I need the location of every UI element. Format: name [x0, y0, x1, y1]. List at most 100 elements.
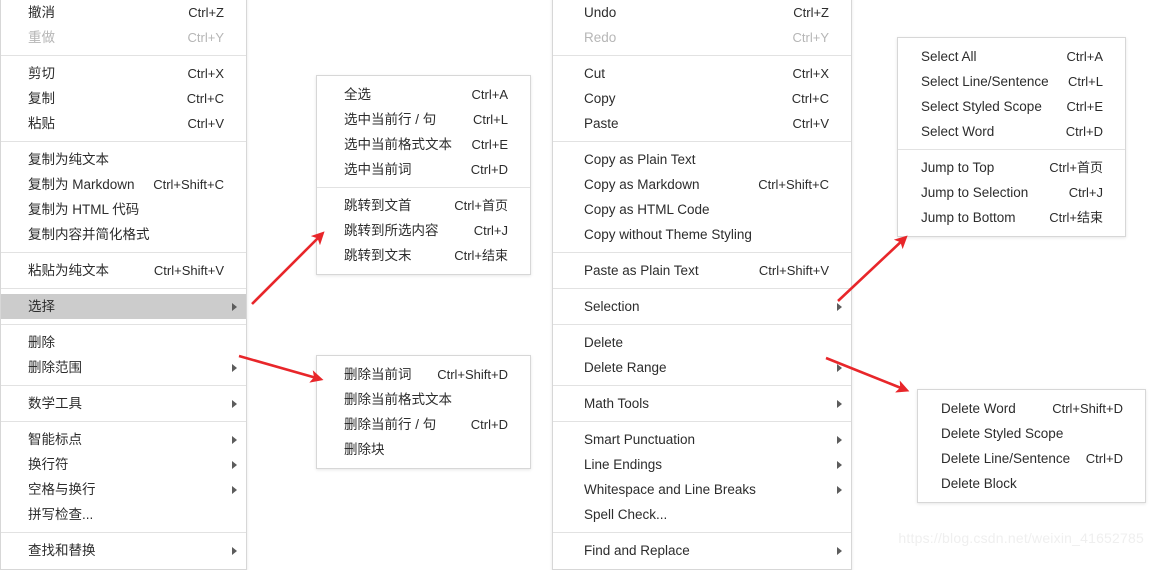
- menu-item[interactable]: Jump to Top Ctrl+首页: [898, 155, 1125, 180]
- menu-item-label: Delete Range: [584, 360, 667, 375]
- menu-item[interactable]: 数学工具: [1, 391, 246, 416]
- menu-item[interactable]: Copy as HTML Code: [553, 197, 851, 222]
- menu-item[interactable]: 跳转到文首 Ctrl+首页: [317, 193, 530, 218]
- chevron-right-icon: [232, 363, 237, 372]
- menu-item[interactable]: 拼写检查...: [1, 502, 246, 527]
- menu-item-label: Select Word: [921, 124, 995, 139]
- menu-separator: [553, 532, 851, 533]
- menu-item[interactable]: Whitespace and Line Breaks: [553, 477, 851, 502]
- menu-item[interactable]: 查找和替换: [1, 538, 246, 563]
- menu-item-shortcut: Ctrl+C: [186, 91, 224, 106]
- menu-item[interactable]: 跳转到所选内容 Ctrl+J: [317, 218, 530, 243]
- menu-item[interactable]: Select Line/Sentence Ctrl+L: [898, 69, 1125, 94]
- menu-item-label: 智能标点: [28, 432, 82, 447]
- menu-item[interactable]: 跳转到文末 Ctrl+结束: [317, 243, 530, 268]
- submenu-delete-range-chinese[interactable]: 删除当前词 Ctrl+Shift+D 删除当前格式文本删除当前行 / 句 Ctrl+D…: [316, 355, 531, 469]
- menu-item[interactable]: Find and Replace: [553, 538, 851, 563]
- menu-item[interactable]: 删除块: [317, 437, 530, 462]
- menu-item[interactable]: Select Word Ctrl+D: [898, 119, 1125, 144]
- menu-item[interactable]: Delete Block: [918, 471, 1145, 496]
- context-menu-edit-chinese[interactable]: 撤消 Ctrl+Z 重做 Ctrl+Y 剪切 Ctrl+X 复制 Ctrl+C 粘贴 Ctrl+V…: [0, 0, 247, 570]
- menu-item[interactable]: Delete: [553, 330, 851, 355]
- menu-item-label: 删除块: [344, 442, 385, 457]
- menu-item-shortcut: Ctrl+E: [1066, 99, 1103, 114]
- menu-item[interactable]: 删除当前词 Ctrl+Shift+D: [317, 362, 530, 387]
- menu-item[interactable]: Delete Styled Scope: [918, 421, 1145, 446]
- menu-item-label: Spell Check...: [584, 507, 668, 522]
- menu-item[interactable]: 删除当前行 / 句 Ctrl+D: [317, 412, 530, 437]
- menu-item[interactable]: 换行符: [1, 452, 246, 477]
- menu-item-shortcut: Ctrl+J: [473, 223, 508, 238]
- menu-separator: [553, 141, 851, 142]
- menu-item[interactable]: 粘贴 Ctrl+V: [1, 111, 246, 136]
- menu-separator: [553, 288, 851, 289]
- menu-item[interactable]: 删除范围: [1, 355, 246, 380]
- menu-item[interactable]: Spell Check...: [553, 502, 851, 527]
- menu-item[interactable]: 剪切 Ctrl+X: [1, 61, 246, 86]
- submenu-selection-english[interactable]: Select All Ctrl+A Select Line/Sentence Ctrl…: [897, 37, 1126, 237]
- menu-item-label: Delete Line/Sentence: [941, 451, 1071, 466]
- context-menu-edit-english[interactable]: Undo Ctrl+Z Redo Ctrl+Y Cut Ctrl+X Copy Ctrl+C P…: [552, 0, 852, 570]
- menu-item[interactable]: Line Endings: [553, 452, 851, 477]
- menu-item[interactable]: Paste Ctrl+V: [553, 111, 851, 136]
- menu-item[interactable]: 删除当前格式文本: [317, 387, 530, 412]
- menu-item[interactable]: 复制为 Markdown Ctrl+Shift+C: [1, 172, 246, 197]
- chevron-right-icon: [837, 399, 842, 408]
- menu-item[interactable]: 复制为 HTML 代码: [1, 197, 246, 222]
- menu-item[interactable]: Copy as Markdown Ctrl+Shift+C: [553, 172, 851, 197]
- menu-item[interactable]: Delete Line/Sentence Ctrl+D: [918, 446, 1145, 471]
- menu-item[interactable]: 空格与换行: [1, 477, 246, 502]
- menu-item[interactable]: 复制为纯文本: [1, 147, 246, 172]
- menu-item[interactable]: 删除: [1, 330, 246, 355]
- menu-separator: [1, 55, 246, 56]
- menu-item[interactable]: Undo Ctrl+Z: [553, 0, 851, 25]
- menu-separator: [1, 141, 246, 142]
- menu-item[interactable]: Cut Ctrl+X: [553, 61, 851, 86]
- menu-item[interactable]: Jump to Selection Ctrl+J: [898, 180, 1125, 205]
- menu-item[interactable]: 选择: [1, 294, 246, 319]
- menu-item-shortcut: Ctrl+C: [791, 91, 829, 106]
- menu-item[interactable]: Copy Ctrl+C: [553, 86, 851, 111]
- menu-item[interactable]: Copy without Theme Styling: [553, 222, 851, 247]
- menu-item-shortcut: Ctrl+L: [1067, 74, 1103, 89]
- menu-item[interactable]: 复制 Ctrl+C: [1, 86, 246, 111]
- menu-item-label: 选中当前格式文本: [344, 137, 452, 152]
- menu-item[interactable]: 选中当前格式文本 Ctrl+E: [317, 132, 530, 157]
- menu-item[interactable]: 选中当前词 Ctrl+D: [317, 157, 530, 182]
- menu-separator: [1, 288, 246, 289]
- menu-item[interactable]: 粘贴为纯文本 Ctrl+Shift+V: [1, 258, 246, 283]
- chevron-right-icon: [837, 460, 842, 469]
- menu-separator: [553, 421, 851, 422]
- menu-item-label: Delete Word: [941, 401, 1016, 416]
- menu-item[interactable]: 复制内容并简化格式: [1, 222, 246, 247]
- chevron-right-icon: [837, 546, 842, 555]
- chevron-right-icon: [837, 435, 842, 444]
- menu-item[interactable]: Copy as Plain Text: [553, 147, 851, 172]
- chevron-right-icon: [232, 435, 237, 444]
- menu-item[interactable]: Select All Ctrl+A: [898, 44, 1125, 69]
- menu-item[interactable]: 全选 Ctrl+A: [317, 82, 530, 107]
- menu-item-label: 删除当前格式文本: [344, 392, 452, 407]
- menu-item[interactable]: Jump to Bottom Ctrl+结束: [898, 205, 1125, 230]
- menu-item: Redo Ctrl+Y: [553, 25, 851, 50]
- menu-item-shortcut: Ctrl+Y: [792, 30, 829, 45]
- menu-item-shortcut: Ctrl+Shift+C: [758, 177, 829, 192]
- menu-item[interactable]: 撤消 Ctrl+Z: [1, 0, 246, 25]
- menu-item[interactable]: Select Styled Scope Ctrl+E: [898, 94, 1125, 119]
- menu-item[interactable]: 智能标点: [1, 427, 246, 452]
- menu-item-label: 数学工具: [28, 396, 82, 411]
- menu-item[interactable]: 选中当前行 / 句 Ctrl+L: [317, 107, 530, 132]
- menu-item[interactable]: Delete Word Ctrl+Shift+D: [918, 396, 1145, 421]
- submenu-delete-range-english[interactable]: Delete Word Ctrl+Shift+D Delete Styled Sco…: [917, 389, 1146, 503]
- menu-separator: [1, 324, 246, 325]
- menu-item-label: 跳转到文末: [344, 248, 412, 263]
- menu-item[interactable]: Math Tools: [553, 391, 851, 416]
- menu-item-shortcut: Ctrl+Shift+V: [153, 263, 224, 278]
- menu-separator: [553, 252, 851, 253]
- menu-item[interactable]: Smart Punctuation: [553, 427, 851, 452]
- menu-item[interactable]: Delete Range: [553, 355, 851, 380]
- menu-separator: [898, 149, 1125, 150]
- menu-item[interactable]: Selection: [553, 294, 851, 319]
- submenu-selection-chinese[interactable]: 全选 Ctrl+A 选中当前行 / 句 Ctrl+L 选中当前格式文本 Ctrl+E 选中当…: [316, 75, 531, 275]
- menu-item[interactable]: Paste as Plain Text Ctrl+Shift+V: [553, 258, 851, 283]
